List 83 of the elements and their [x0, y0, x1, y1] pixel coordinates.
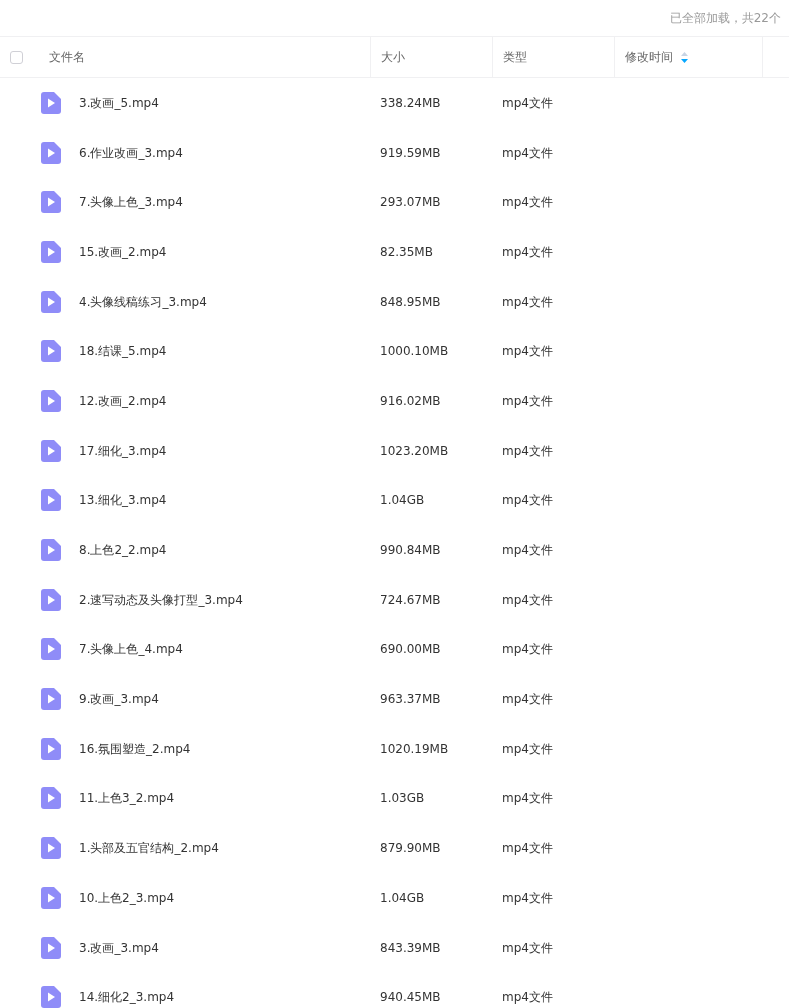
column-header[interactable]: 文件名	[49, 48, 85, 66]
file-type: mp4文件	[502, 642, 553, 657]
item-count: 已全部加载，共22个	[669, 9, 781, 27]
file-size: 1.04GB	[380, 493, 425, 508]
file-size: 1000.10MB	[380, 344, 449, 359]
video-file-icon	[41, 539, 61, 562]
video-file-icon	[41, 638, 61, 661]
file-type: mp4文件	[502, 145, 553, 160]
video-file-icon	[41, 986, 61, 1008]
file-type: mp4文件	[502, 493, 553, 508]
file-size: 848.95MB	[380, 294, 441, 309]
file-type: mp4文件	[502, 244, 553, 259]
video-file-icon	[41, 886, 61, 909]
file-name[interactable]: 18.结课_5.mp4	[79, 344, 167, 359]
file-name[interactable]: 4.头像线稿练习_3.mp4	[79, 294, 207, 309]
video-file-icon	[41, 389, 61, 412]
file-size: 1023.20MB	[380, 443, 449, 458]
video-file-icon	[41, 837, 61, 860]
file-size: 919.59MB	[380, 145, 441, 160]
file-size: 1020.19MB	[380, 741, 449, 756]
column-header[interactable]: 大小	[381, 48, 405, 66]
select-all-checkbox[interactable]	[10, 50, 23, 64]
video-file-icon	[41, 290, 61, 313]
file-type: mp4文件	[502, 741, 553, 756]
file-name[interactable]: 1.头部及五官结构_2.mp4	[79, 841, 219, 856]
video-file-icon	[41, 489, 61, 512]
video-file-icon	[41, 91, 61, 114]
file-size: 690.00MB	[380, 642, 441, 657]
file-type: mp4文件	[502, 294, 553, 309]
file-size: 338.24MB	[380, 95, 441, 110]
file-type: mp4文件	[502, 95, 553, 110]
file-size: 990.84MB	[380, 543, 441, 558]
file-name[interactable]: 6.作业改画_3.mp4	[79, 145, 183, 160]
file-name[interactable]: 9.改画_3.mp4	[79, 692, 159, 707]
file-name[interactable]: 12.改画_2.mp4	[79, 393, 167, 408]
file-size: 843.39MB	[380, 940, 441, 955]
file-size: 879.90MB	[380, 841, 441, 856]
file-name[interactable]: 3.改画_5.mp4	[79, 95, 159, 110]
file-name[interactable]: 11.上色3_2.mp4	[79, 791, 175, 806]
file-type: mp4文件	[502, 592, 553, 607]
file-type: mp4文件	[502, 443, 553, 458]
file-size: 963.37MB	[380, 692, 441, 707]
file-name[interactable]: 14.细化2_3.mp4	[79, 990, 175, 1005]
file-type: mp4文件	[502, 344, 553, 359]
file-type: mp4文件	[502, 692, 553, 707]
file-name[interactable]: 7.头像上色_4.mp4	[79, 642, 183, 657]
file-type: mp4文件	[502, 841, 553, 856]
column-header[interactable]: 类型	[503, 48, 527, 66]
video-file-icon	[41, 340, 61, 363]
file-size: 293.07MB	[380, 195, 441, 210]
file-size: 82.35MB	[380, 244, 433, 259]
file-name[interactable]: 13.细化_3.mp4	[79, 493, 167, 508]
video-file-icon	[41, 737, 61, 760]
video-file-icon	[41, 787, 61, 810]
video-file-icon	[41, 141, 61, 164]
file-size: 940.45MB	[380, 990, 441, 1005]
file-name[interactable]: 7.头像上色_3.mp4	[79, 195, 183, 210]
video-file-icon	[41, 936, 61, 959]
file-size: 724.67MB	[380, 592, 441, 607]
file-type: mp4文件	[502, 543, 553, 558]
sort-icon[interactable]	[681, 51, 688, 63]
file-type: mp4文件	[502, 791, 553, 806]
video-file-icon	[41, 439, 61, 462]
video-file-icon	[41, 588, 61, 611]
file-type: mp4文件	[502, 940, 553, 955]
file-name[interactable]: 17.细化_3.mp4	[79, 443, 167, 458]
video-file-icon	[41, 191, 61, 214]
file-name[interactable]: 16.氛围塑造_2.mp4	[79, 741, 191, 756]
file-name[interactable]: 10.上色2_3.mp4	[79, 890, 175, 905]
file-name[interactable]: 3.改画_3.mp4	[79, 940, 159, 955]
file-size: 1.03GB	[380, 791, 425, 806]
file-name[interactable]: 15.改画_2.mp4	[79, 244, 167, 259]
video-file-icon	[41, 240, 61, 263]
file-name[interactable]: 8.上色2_2.mp4	[79, 543, 167, 558]
file-size: 1.04GB	[380, 890, 425, 905]
file-type: mp4文件	[502, 393, 553, 408]
file-size: 916.02MB	[380, 393, 441, 408]
column-header[interactable]: 修改时间	[625, 48, 673, 66]
file-type: mp4文件	[502, 990, 553, 1005]
video-file-icon	[41, 688, 61, 711]
file-name[interactable]: 2.速写动态及头像打型_3.mp4	[79, 592, 243, 607]
file-type: mp4文件	[502, 890, 553, 905]
file-type: mp4文件	[502, 195, 553, 210]
